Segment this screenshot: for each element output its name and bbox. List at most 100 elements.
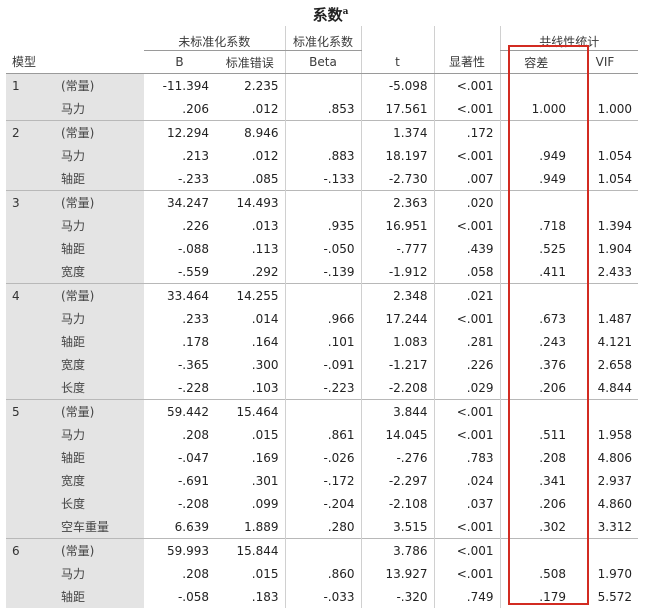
cell-b: .206 [144, 97, 215, 121]
cell-beta: -.091 [285, 353, 361, 376]
cell-std-error: 15.464 [215, 400, 285, 424]
table-title: 系数a [0, 0, 661, 24]
cell-model: 6 [6, 539, 53, 563]
cell-beta: -.139 [285, 260, 361, 284]
cell-vif: 3.312 [572, 515, 638, 539]
cell-beta: -.172 [285, 469, 361, 492]
table-row: 轴距-.047.169-.026-.276.783.2084.806 [6, 446, 638, 469]
cell-tolerance: .511 [500, 423, 572, 446]
cell-tolerance [500, 74, 572, 98]
cell-beta [285, 400, 361, 424]
cell-vif: 2.658 [572, 353, 638, 376]
cell-variable: 马力 [53, 144, 144, 167]
cell-model [6, 492, 53, 515]
cell-model [6, 214, 53, 237]
cell-t: 1.374 [361, 121, 434, 145]
cell-significance: .281 [434, 330, 500, 353]
cell-std-error: 14.255 [215, 284, 285, 308]
cell-t: 3.515 [361, 515, 434, 539]
cell-std-error: .012 [215, 97, 285, 121]
cell-b: 6.639 [144, 515, 215, 539]
cell-b: -.559 [144, 260, 215, 284]
cell-variable: 宽度 [53, 469, 144, 492]
header-b: B [144, 51, 215, 74]
cell-variable: 马力 [53, 307, 144, 330]
cell-vif: 5.572 [572, 585, 638, 608]
header-beta: Beta [285, 51, 361, 74]
cell-model [6, 423, 53, 446]
cell-beta: .861 [285, 423, 361, 446]
cell-vif [572, 121, 638, 145]
cell-b: 12.294 [144, 121, 215, 145]
table-row: 马力.213.012.88318.197<.001.9491.054 [6, 144, 638, 167]
cell-t: 2.348 [361, 284, 434, 308]
cell-variable: 长度 [53, 492, 144, 515]
cell-t: -2.108 [361, 492, 434, 515]
cell-model: 3 [6, 191, 53, 215]
cell-significance: .226 [434, 353, 500, 376]
table-row: 马力.208.015.86013.927<.001.5081.970 [6, 562, 638, 585]
cell-tolerance: .949 [500, 167, 572, 191]
cell-std-error: 2.235 [215, 74, 285, 98]
table-row: 马力.206.012.85317.561<.0011.0001.000 [6, 97, 638, 121]
cell-t: 13.927 [361, 562, 434, 585]
cell-b: -.365 [144, 353, 215, 376]
cell-beta [285, 74, 361, 98]
cell-beta: .101 [285, 330, 361, 353]
header-tolerance: 容差 [500, 51, 572, 74]
cell-b: .208 [144, 423, 215, 446]
cell-beta [285, 121, 361, 145]
cell-variable: 马力 [53, 423, 144, 446]
header-vif: VIF [572, 51, 638, 74]
coefficients-body: 1(常量)-11.3942.235-5.098<.001马力.206.012.8… [6, 74, 638, 608]
cell-beta [285, 539, 361, 563]
table-row: 宽度-.691.301-.172-2.297.024.3412.937 [6, 469, 638, 492]
cell-significance: .007 [434, 167, 500, 191]
cell-tolerance: .243 [500, 330, 572, 353]
table-row: 马力.226.013.93516.951<.001.7181.394 [6, 214, 638, 237]
cell-b: .213 [144, 144, 215, 167]
cell-model [6, 237, 53, 260]
cell-std-error: .169 [215, 446, 285, 469]
cell-tolerance [500, 539, 572, 563]
table-row: 马力.233.014.96617.244<.001.6731.487 [6, 307, 638, 330]
cell-vif: 1.394 [572, 214, 638, 237]
cell-tolerance [500, 284, 572, 308]
cell-tolerance [500, 121, 572, 145]
cell-variable: 马力 [53, 97, 144, 121]
cell-beta: .935 [285, 214, 361, 237]
cell-tolerance: 1.000 [500, 97, 572, 121]
cell-tolerance: .179 [500, 585, 572, 608]
cell-vif [572, 74, 638, 98]
header-spacer-sig [434, 26, 500, 51]
cell-significance: .749 [434, 585, 500, 608]
header-spacer [6, 26, 144, 51]
cell-std-error: 15.844 [215, 539, 285, 563]
cell-beta: .860 [285, 562, 361, 585]
header-t: t [361, 51, 434, 74]
cell-model [6, 260, 53, 284]
cell-variable: 马力 [53, 214, 144, 237]
cell-vif: 4.121 [572, 330, 638, 353]
table-row: 1(常量)-11.3942.235-5.098<.001 [6, 74, 638, 98]
cell-beta: -.033 [285, 585, 361, 608]
cell-beta: -.223 [285, 376, 361, 400]
cell-t: -1.217 [361, 353, 434, 376]
cell-model [6, 585, 53, 608]
header-unstandardized-group: 未标准化系数 [144, 26, 285, 51]
cell-t: -.777 [361, 237, 434, 260]
table-row: 2(常量)12.2948.9461.374.172 [6, 121, 638, 145]
cell-b: -.228 [144, 376, 215, 400]
cell-vif: 1.970 [572, 562, 638, 585]
cell-significance: <.001 [434, 307, 500, 330]
cell-significance: .439 [434, 237, 500, 260]
cell-t: 3.844 [361, 400, 434, 424]
cell-significance: <.001 [434, 515, 500, 539]
cell-vif: 1.054 [572, 167, 638, 191]
cell-variable: (常量) [53, 191, 144, 215]
cell-tolerance: .508 [500, 562, 572, 585]
cell-variable: (常量) [53, 539, 144, 563]
header-column-row: 模型 B 标准错误 Beta t 显著性 容差 VIF [6, 51, 638, 74]
cell-t: 3.786 [361, 539, 434, 563]
cell-b: -.047 [144, 446, 215, 469]
